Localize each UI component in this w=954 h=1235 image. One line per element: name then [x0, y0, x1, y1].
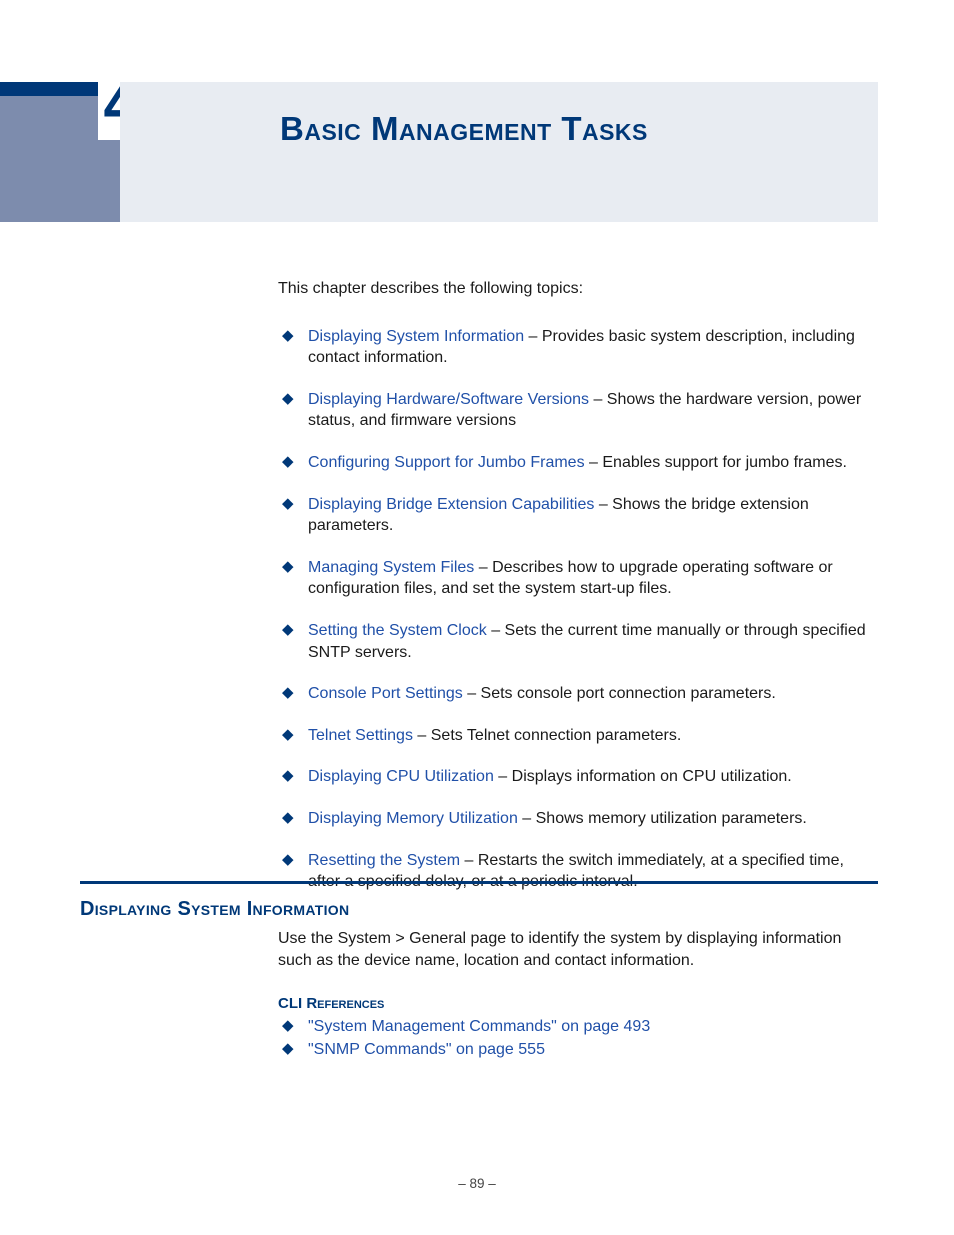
topic-link[interactable]: Console Port Settings	[308, 685, 463, 702]
topic-link[interactable]: Displaying Hardware/Software Versions	[308, 391, 589, 408]
cli-references: CLI References "System Management Comman…	[278, 994, 878, 1061]
intro-text: This chapter describes the following top…	[278, 278, 878, 300]
list-item: Telnet Settings – Sets Telnet connection…	[278, 725, 878, 747]
topic-desc: – Shows memory utilization parameters.	[518, 810, 807, 827]
list-item: Displaying Bridge Extension Capabilities…	[278, 494, 878, 537]
section-paragraph: Use the System > General page to identif…	[278, 928, 878, 971]
list-item: Managing System Files – Describes how to…	[278, 557, 878, 600]
topic-link[interactable]: Setting the System Clock	[308, 622, 487, 639]
list-item: Console Port Settings – Sets console por…	[278, 683, 878, 705]
topic-desc: – Enables support for jumbo frames.	[585, 454, 847, 471]
topic-desc: – Sets console port connection parameter…	[463, 685, 776, 702]
section-heading: Displaying System Information	[80, 898, 349, 921]
header-left-block: 4	[0, 82, 120, 222]
chapter-header: 4 Basic Management Tasks	[0, 82, 878, 222]
topic-link[interactable]: Displaying System Information	[308, 328, 524, 345]
list-item: "System Management Commands" on page 493	[278, 1016, 878, 1038]
chapter-title: Basic Management Tasks	[280, 110, 648, 148]
topic-link[interactable]: Resetting the System	[308, 852, 460, 869]
list-item: "SNMP Commands" on page 555	[278, 1039, 878, 1061]
topic-link[interactable]: Configuring Support for Jumbo Frames	[308, 454, 585, 471]
topic-desc: – Sets Telnet connection parameters.	[413, 727, 681, 744]
topic-link[interactable]: Displaying Bridge Extension Capabilities	[308, 496, 594, 513]
list-item: Displaying System Information – Provides…	[278, 326, 878, 369]
list-item: Resetting the System – Restarts the swit…	[278, 850, 878, 893]
cli-list: "System Management Commands" on page 493…	[278, 1016, 878, 1060]
list-item: Setting the System Clock – Sets the curr…	[278, 620, 878, 663]
cli-link[interactable]: "SNMP Commands" on page 555	[308, 1041, 545, 1058]
list-item: Displaying CPU Utilization – Displays in…	[278, 766, 878, 788]
section-body: Use the System > General page to identif…	[278, 928, 878, 971]
topic-desc: – Displays information on CPU utilizatio…	[494, 768, 792, 785]
cli-link[interactable]: "System Management Commands" on page 493	[308, 1018, 650, 1035]
list-item: Displaying Hardware/Software Versions – …	[278, 389, 878, 432]
topic-link[interactable]: Managing System Files	[308, 559, 474, 576]
content-area: This chapter describes the following top…	[278, 278, 878, 913]
topic-link[interactable]: Telnet Settings	[308, 727, 413, 744]
topic-link[interactable]: Displaying Memory Utilization	[308, 810, 518, 827]
topic-list: Displaying System Information – Provides…	[278, 326, 878, 893]
cli-heading: CLI References	[278, 994, 878, 1014]
list-item: Displaying Memory Utilization – Shows me…	[278, 808, 878, 830]
header-right-block: Basic Management Tasks	[120, 82, 878, 222]
section-rule	[80, 881, 878, 884]
page-number: – 89 –	[0, 1176, 954, 1191]
list-item: Configuring Support for Jumbo Frames – E…	[278, 452, 878, 474]
topic-link[interactable]: Displaying CPU Utilization	[308, 768, 494, 785]
